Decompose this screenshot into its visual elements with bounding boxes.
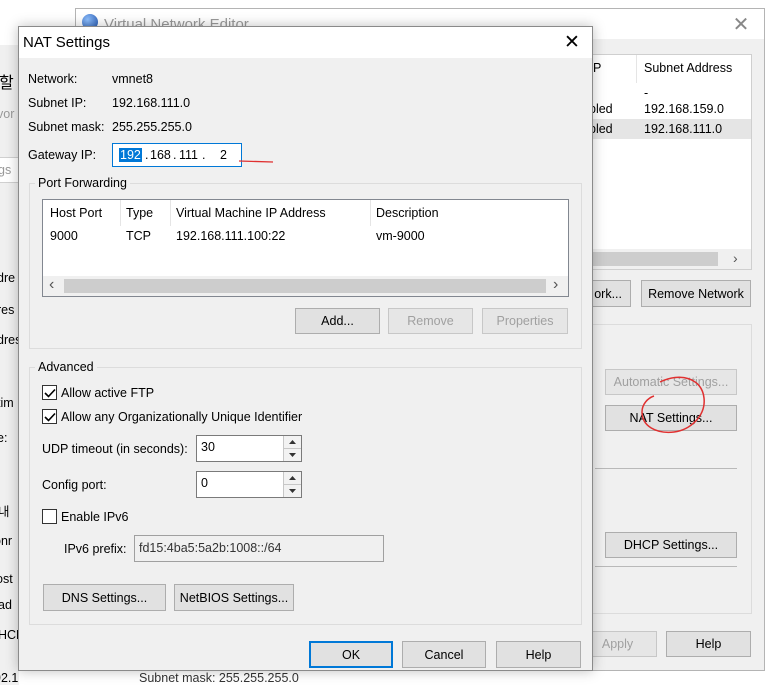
ok-button[interactable]: OK <box>309 641 393 668</box>
pf-col-description[interactable]: Description <box>371 200 568 226</box>
gateway-octet-2[interactable]: 168 <box>150 148 171 162</box>
subnet-ip-value: 192.168.111.0 <box>112 96 191 110</box>
col-header-subnet[interactable]: Subnet Address <box>637 55 753 83</box>
table-row[interactable]: 9000 TCP 192.168.111.100:22 vm-9000 <box>43 226 568 248</box>
network-value: vmnet8 <box>112 72 153 86</box>
scroll-thumb[interactable] <box>64 279 546 293</box>
pf-col-vm-address[interactable]: Virtual Machine IP Address <box>171 200 371 226</box>
checkmark-icon <box>43 388 56 398</box>
enable-ipv6-checkbox[interactable] <box>42 509 57 524</box>
config-port-up-icon[interactable] <box>284 472 301 485</box>
enable-ipv6-label[interactable]: Enable IPv6 <box>61 510 128 524</box>
table-row[interactable]: bled 192.168.159.0 <box>583 99 751 119</box>
table-hscrollbar[interactable]: › <box>583 249 751 269</box>
dialog-close-icon[interactable]: ✕ <box>554 27 590 58</box>
vne-help-button[interactable]: Help <box>666 631 751 657</box>
left-strip-tab: gs <box>0 157 19 183</box>
network-label: Network: <box>28 72 78 86</box>
netbios-settings-button[interactable]: NetBIOS Settings... <box>174 584 294 611</box>
add-port-button[interactable]: Add... <box>295 308 380 334</box>
allow-active-ftp-checkbox[interactable] <box>42 385 57 400</box>
config-port-stepper[interactable]: 0 <box>196 471 302 498</box>
checkmark-icon <box>43 412 56 422</box>
allow-active-ftp-label[interactable]: Allow active FTP <box>61 386 154 400</box>
gateway-octet-4[interactable]: 2 <box>220 148 227 162</box>
properties-button[interactable]: Properties <box>482 308 568 334</box>
scroll-thumb[interactable] <box>583 252 718 266</box>
udp-timeout-stepper[interactable]: 30 <box>196 435 302 462</box>
dialog-title-bar: NAT Settings ✕ <box>19 27 592 58</box>
annotation-circle <box>641 376 705 434</box>
port-forwarding-list[interactable]: Host Port Type Virtual Machine IP Addres… <box>42 199 569 297</box>
udp-timeout-down-icon[interactable] <box>284 448 301 461</box>
scroll-right-icon[interactable]: › <box>733 250 738 266</box>
pf-col-host-port[interactable]: Host Port <box>43 200 121 226</box>
table-row-selected[interactable]: bled 192.168.111.0 <box>583 119 751 139</box>
scroll-right-icon[interactable]: › <box>553 276 558 294</box>
cancel-button[interactable]: Cancel <box>402 641 486 668</box>
vne-close-icon[interactable]: ✕ <box>726 11 756 37</box>
dialog-title: NAT Settings <box>23 34 110 51</box>
dhcp-settings-button[interactable]: DHCP Settings... <box>605 532 737 558</box>
port-forwarding-title: Port Forwarding <box>35 176 130 190</box>
remove-port-button[interactable]: Remove <box>388 308 473 334</box>
subnet-ip-label: Subnet IP: <box>28 96 87 110</box>
vne-separator <box>595 468 737 469</box>
allow-oui-label[interactable]: Allow any Organizationally Unique Identi… <box>61 410 302 424</box>
udp-timeout-label: UDP timeout (in seconds): <box>42 442 188 456</box>
pf-hscrollbar[interactable]: ‹ › <box>43 276 568 296</box>
subnet-mask-value: 255.255.255.0 <box>112 120 192 134</box>
subnet-mask-label: Subnet mask: <box>28 120 105 134</box>
udp-timeout-up-icon[interactable] <box>284 436 301 449</box>
advanced-title: Advanced <box>35 360 97 374</box>
config-port-down-icon[interactable] <box>284 484 301 497</box>
dns-settings-button[interactable]: DNS Settings... <box>43 584 166 611</box>
scroll-left-icon[interactable]: ‹ <box>49 276 54 294</box>
nat-settings-dialog: NAT Settings ✕ Network: vmnet8 Subnet IP… <box>18 26 593 671</box>
remove-network-button[interactable]: Remove Network <box>641 280 751 307</box>
config-port-value[interactable]: 0 <box>201 476 208 490</box>
gateway-octet-3[interactable]: 111 <box>179 148 198 162</box>
pf-col-type[interactable]: Type <box>121 200 171 226</box>
ipv6-prefix-input[interactable]: fd15:4ba5:5a2b:1008::/64 <box>134 535 384 562</box>
dialog-help-button[interactable]: Help <box>496 641 581 668</box>
network-table: P Subnet Address - bled 192.168.159.0 bl… <box>582 54 752 270</box>
udp-timeout-value[interactable]: 30 <box>201 440 215 454</box>
bottom-background-strip: Subnet mask: 255.255.255.0 <box>139 671 299 685</box>
left-background-strip: 할 vor gs dre res dres tim e: 내 onr ost a… <box>0 45 19 685</box>
gateway-label: Gateway IP: <box>28 148 97 162</box>
gateway-octet-1[interactable]: 192 <box>119 148 142 162</box>
vne-separator-2 <box>595 566 737 567</box>
gateway-ip-input[interactable]: 192 . 168 . 111 . 2 <box>112 143 242 167</box>
allow-oui-checkbox[interactable] <box>42 409 57 424</box>
config-port-label: Config port: <box>42 478 107 492</box>
ipv6-prefix-label: IPv6 prefix: <box>64 542 127 556</box>
annotation-underline <box>239 160 274 163</box>
